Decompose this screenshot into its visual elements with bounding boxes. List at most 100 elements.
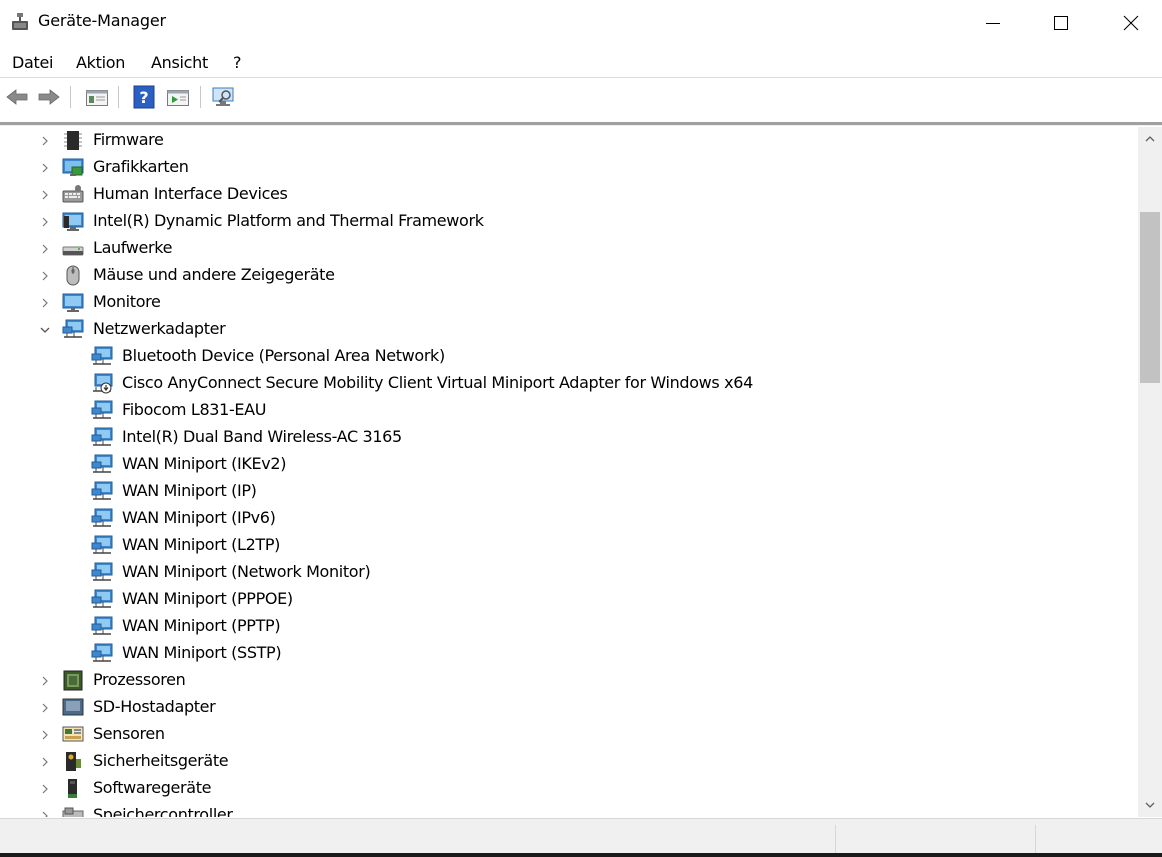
tree-item-label: Netzwerkadapter bbox=[93, 319, 226, 338]
tree-device-item[interactable]: WAN Miniport (IP) bbox=[0, 478, 1138, 505]
tree-item-label: Laufwerke bbox=[93, 238, 173, 257]
tree-item-label: Human Interface Devices bbox=[93, 184, 288, 203]
tree-device-item[interactable]: Cisco AnyConnect Secure Mobility Client … bbox=[0, 370, 1138, 397]
hid-keyboard-icon bbox=[62, 184, 84, 205]
collapsed-chevron-icon[interactable] bbox=[38, 727, 52, 741]
tree-category[interactable]: Intel(R) Dynamic Platform and Thermal Fr… bbox=[0, 208, 1138, 235]
status-panel bbox=[1035, 825, 1162, 853]
tree-category[interactable]: Mäuse und andere Zeigegeräte bbox=[0, 262, 1138, 289]
tree-device-item[interactable]: WAN Miniport (IPv6) bbox=[0, 505, 1138, 532]
collapsed-chevron-icon[interactable] bbox=[38, 808, 52, 817]
thermal-framework-icon bbox=[62, 211, 84, 232]
network-adapter-icon bbox=[91, 616, 113, 637]
tree-item-label: Bluetooth Device (Personal Area Network) bbox=[122, 346, 445, 365]
tree-item-label: WAN Miniport (SSTP) bbox=[122, 643, 282, 662]
svg-text:?: ? bbox=[139, 88, 148, 107]
tree-item-label: WAN Miniport (Network Monitor) bbox=[122, 562, 371, 581]
tree-item-label: SD-Hostadapter bbox=[93, 697, 216, 716]
back-arrow-icon[interactable] bbox=[4, 84, 30, 110]
network-adapter-icon bbox=[91, 427, 113, 448]
tree-category[interactable]: Human Interface Devices bbox=[0, 181, 1138, 208]
collapsed-chevron-icon[interactable] bbox=[38, 133, 52, 147]
tree-device-item[interactable]: WAN Miniport (PPPOE) bbox=[0, 586, 1138, 613]
tree-category[interactable]: Monitore bbox=[0, 289, 1138, 316]
menu-datei[interactable]: Datei bbox=[12, 53, 54, 72]
menu-help[interactable]: ? bbox=[233, 53, 242, 72]
tree-item-label: Fibocom L831-EAU bbox=[122, 400, 267, 419]
help-icon[interactable]: ? bbox=[131, 84, 157, 110]
menu-aktion[interactable]: Aktion bbox=[76, 53, 125, 72]
tree-item-label: Prozessoren bbox=[93, 670, 186, 689]
tree-device-item[interactable]: WAN Miniport (Network Monitor) bbox=[0, 559, 1138, 586]
toolbar-separator bbox=[70, 86, 71, 108]
forward-arrow-icon[interactable] bbox=[36, 84, 62, 110]
tree-device-item[interactable]: WAN Miniport (SSTP) bbox=[0, 640, 1138, 667]
tree-device-item[interactable]: WAN Miniport (IKEv2) bbox=[0, 451, 1138, 478]
tree-item-label: Monitore bbox=[93, 292, 161, 311]
tree-category[interactable]: Sicherheitsgeräte bbox=[0, 748, 1138, 775]
toolbar-separator bbox=[118, 86, 119, 108]
tree-item-label: WAN Miniport (IKEv2) bbox=[122, 454, 287, 473]
sd-host-adapter-icon bbox=[62, 697, 84, 718]
tree-device-item[interactable]: WAN Miniport (L2TP) bbox=[0, 532, 1138, 559]
tree-category[interactable]: Softwaregeräte bbox=[0, 775, 1138, 802]
tree-item-label: Sicherheitsgeräte bbox=[93, 751, 229, 770]
collapsed-chevron-icon[interactable] bbox=[38, 700, 52, 714]
collapsed-chevron-icon[interactable] bbox=[38, 295, 52, 309]
tree-device-item[interactable]: WAN Miniport (PPTP) bbox=[0, 613, 1138, 640]
storage-controller-icon bbox=[62, 805, 84, 817]
disk-drive-icon bbox=[62, 238, 84, 259]
maximize-button[interactable] bbox=[1026, 0, 1096, 45]
expanded-chevron-icon[interactable] bbox=[38, 322, 52, 336]
tree-category[interactable]: Prozessoren bbox=[0, 667, 1138, 694]
properties-icon[interactable] bbox=[84, 84, 110, 110]
collapsed-chevron-icon[interactable] bbox=[38, 160, 52, 174]
collapsed-chevron-icon[interactable] bbox=[38, 673, 52, 687]
network-adapter-icon bbox=[91, 589, 113, 610]
tree-item-label: Sensoren bbox=[93, 724, 165, 743]
network-adapter-icon bbox=[91, 508, 113, 529]
collapsed-chevron-icon[interactable] bbox=[38, 241, 52, 255]
scroll-up-button[interactable] bbox=[1138, 127, 1162, 151]
tree-category[interactable]: Sensoren bbox=[0, 721, 1138, 748]
tree-category[interactable]: SD-Hostadapter bbox=[0, 694, 1138, 721]
tree-device-item[interactable]: Intel(R) Dual Band Wireless-AC 3165 bbox=[0, 424, 1138, 451]
status-bar bbox=[0, 818, 1162, 857]
tree-device-item[interactable]: Fibocom L831-EAU bbox=[0, 397, 1138, 424]
tree-category-expanded[interactable]: Netzwerkadapter bbox=[0, 316, 1138, 343]
minimize-button[interactable] bbox=[958, 0, 1028, 45]
device-tree: Firmware Grafikkarten Human Interface Devi… bbox=[0, 127, 1138, 817]
collapsed-chevron-icon[interactable] bbox=[38, 754, 52, 768]
tree-item-label: Cisco AnyConnect Secure Mobility Client … bbox=[122, 373, 753, 392]
collapsed-chevron-icon[interactable] bbox=[38, 781, 52, 795]
toolbar-separator bbox=[200, 86, 201, 108]
scroll-down-button[interactable] bbox=[1138, 793, 1162, 817]
collapsed-chevron-icon[interactable] bbox=[38, 214, 52, 228]
tree-category[interactable]: Firmware bbox=[0, 127, 1138, 154]
software-device-icon bbox=[62, 778, 84, 799]
scan-hardware-icon[interactable] bbox=[211, 84, 237, 110]
network-adapter-icon bbox=[91, 454, 113, 475]
network-adapter-icon bbox=[91, 643, 113, 664]
tree-item-label: Intel(R) Dynamic Platform and Thermal Fr… bbox=[93, 211, 484, 230]
firmware-chip-icon bbox=[62, 130, 84, 151]
collapsed-chevron-icon[interactable] bbox=[38, 268, 52, 282]
network-adapter-icon bbox=[91, 400, 113, 421]
network-adapter-disabled-icon bbox=[91, 373, 113, 394]
collapsed-chevron-icon[interactable] bbox=[38, 187, 52, 201]
tree-category[interactable]: Speichercontroller bbox=[0, 802, 1138, 817]
processor-icon bbox=[62, 670, 84, 691]
network-adapter-icon bbox=[91, 346, 113, 367]
vertical-scrollbar[interactable] bbox=[1138, 127, 1162, 817]
tree-item-label: Speichercontroller bbox=[93, 805, 233, 817]
tree-category[interactable]: Laufwerke bbox=[0, 235, 1138, 262]
update-driver-icon[interactable] bbox=[165, 84, 191, 110]
close-button[interactable] bbox=[1096, 0, 1162, 45]
tree-item-label: WAN Miniport (PPPOE) bbox=[122, 589, 293, 608]
display-adapter-icon bbox=[62, 157, 84, 178]
menu-ansicht[interactable]: Ansicht bbox=[151, 53, 208, 72]
tree-device-item[interactable]: Bluetooth Device (Personal Area Network) bbox=[0, 343, 1138, 370]
mouse-icon bbox=[62, 265, 84, 286]
tree-category[interactable]: Grafikkarten bbox=[0, 154, 1138, 181]
scrollbar-thumb[interactable] bbox=[1140, 212, 1160, 383]
